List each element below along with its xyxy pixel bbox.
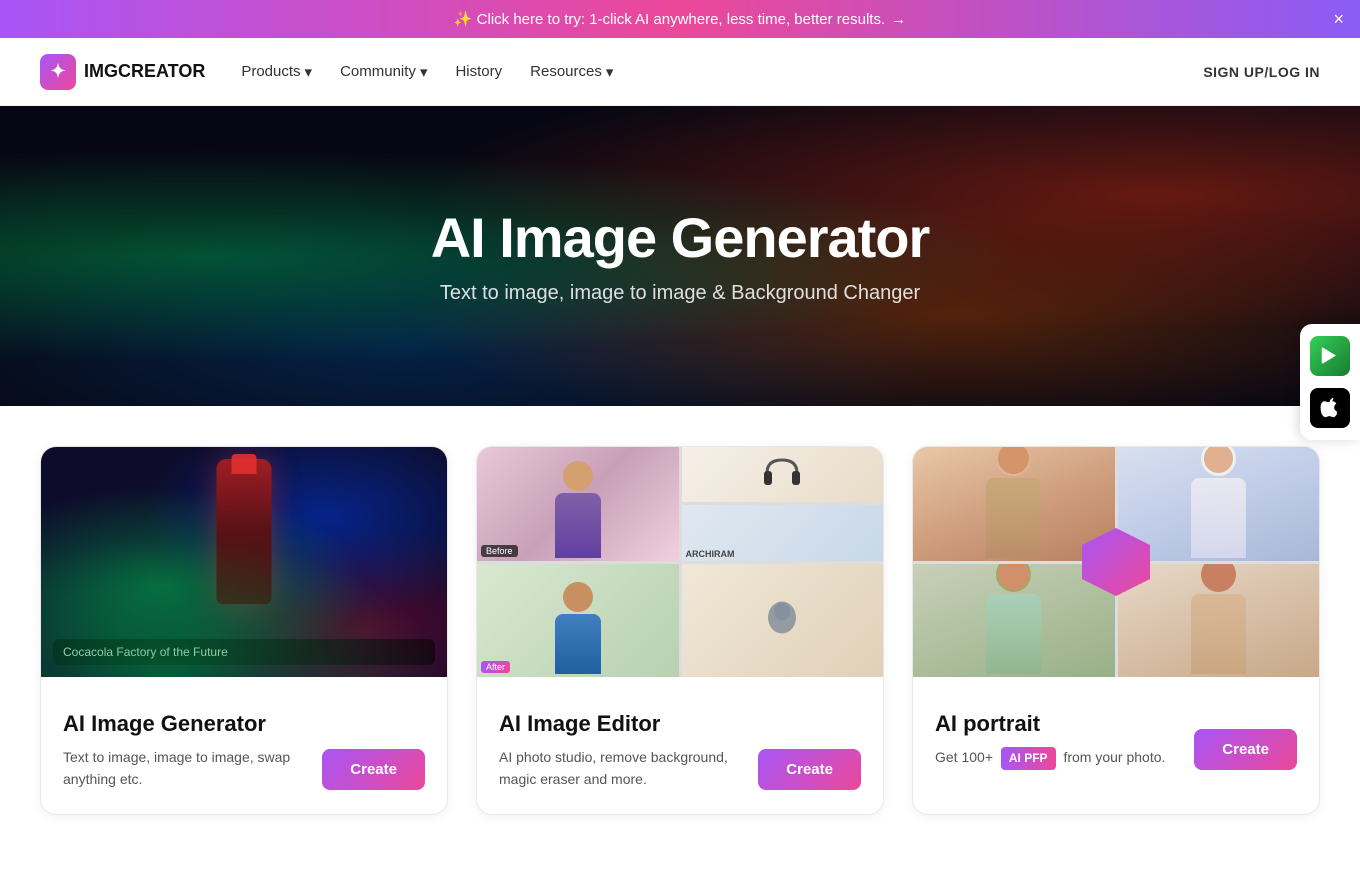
- card-footer-portrait: AI portrait Get 100+ AI PFP from your ph…: [935, 711, 1297, 770]
- ai-pfp-badge: AI PFP: [1001, 747, 1056, 770]
- hero-title: AI Image Generator: [431, 207, 930, 269]
- editor-cell-3: After: [477, 564, 679, 678]
- banner-close-button[interactable]: ×: [1333, 10, 1344, 28]
- nav-links: Products ▾ Community ▾ History Resources…: [241, 63, 613, 81]
- card-text-generator: AI Image Generator Text to image, image …: [63, 711, 322, 790]
- portrait-person-3: [984, 564, 1044, 678]
- card-title-portrait: AI portrait: [935, 711, 1165, 737]
- cards-section: Cocacola Factory of the Future AI Image …: [0, 406, 1360, 875]
- editor-subcell-1: [682, 447, 884, 502]
- google-play-badge[interactable]: [1310, 336, 1350, 376]
- logo[interactable]: ✦ IMGCREATOR: [40, 54, 205, 90]
- card-title-editor: AI Image Editor: [499, 711, 758, 737]
- portrait-cell-4: [1118, 564, 1320, 678]
- cards-grid: Cocacola Factory of the Future AI Image …: [40, 446, 1320, 815]
- portrait-person-4: [1188, 564, 1248, 678]
- card-image-generator-preview: Cocacola Factory of the Future: [41, 447, 447, 677]
- before-label: Before: [481, 545, 518, 557]
- card-ai-image-generator: Cocacola Factory of the Future AI Image …: [40, 446, 448, 815]
- play-store-icon: [1319, 345, 1341, 367]
- chevron-down-icon: ▾: [420, 63, 428, 81]
- portrait-cell-1: [913, 447, 1115, 561]
- banner-text[interactable]: ✨ Click here to try: 1-click AI anywhere…: [454, 10, 885, 28]
- person-1: [553, 461, 603, 561]
- apple-icon: [1320, 397, 1340, 419]
- create-button-editor[interactable]: Create: [758, 749, 861, 790]
- card-text-editor: AI Image Editor AI photo studio, remove …: [499, 711, 758, 790]
- editor-cell-2: ARCHIRAM: [682, 447, 884, 561]
- portrait-person-1: [984, 447, 1044, 561]
- card-desc-editor: AI photo studio, remove background, magi…: [499, 747, 758, 790]
- portrait-cell-3: [913, 564, 1115, 678]
- brand-label: ARCHIRAM: [686, 549, 735, 559]
- nav-link-resources[interactable]: Resources ▾: [530, 63, 613, 81]
- nav-link-history[interactable]: History: [455, 63, 502, 80]
- sign-up-button[interactable]: SIGN UP/LOG IN: [1203, 64, 1320, 80]
- chevron-down-icon: ▾: [305, 63, 313, 81]
- portrait-cell-2: [1118, 447, 1320, 561]
- nav-link-products[interactable]: Products ▾: [241, 63, 312, 81]
- editor-cell-4: [682, 564, 884, 678]
- glow-effect: [41, 539, 447, 677]
- card-ai-portrait: AI portrait Get 100+ AI PFP from your ph…: [912, 446, 1320, 815]
- after-label: After: [481, 661, 510, 673]
- product-icon: [762, 455, 802, 495]
- create-button-portrait[interactable]: Create: [1194, 729, 1297, 770]
- create-button-generator[interactable]: Create: [322, 749, 425, 790]
- hero-section: AI Image Generator Text to image, image …: [0, 106, 1360, 406]
- apple-store-badge[interactable]: [1310, 388, 1350, 428]
- nav-left: ✦ IMGCREATOR Products ▾ Community ▾ Hist…: [40, 54, 613, 90]
- person-2: [553, 582, 603, 677]
- logo-icon: ✦: [40, 54, 76, 90]
- card-image-portrait-preview: [913, 447, 1319, 677]
- editor-subcell-2: ARCHIRAM: [682, 505, 884, 560]
- hero-subtitle: Text to image, image to image & Backgrou…: [431, 282, 930, 305]
- card-desc-portrait: Get 100+ AI PFP from your photo.: [935, 747, 1165, 770]
- card-title-generator: AI Image Generator: [63, 711, 322, 737]
- portrait-person-2: [1188, 447, 1248, 561]
- card-image-editor-preview: Before A: [477, 447, 883, 677]
- bottle-cap: [232, 454, 257, 474]
- logo-text: IMGCREATOR: [84, 61, 205, 82]
- banner-arrow: →: [891, 11, 906, 28]
- card-body-editor: AI Image Editor AI photo studio, remove …: [477, 677, 883, 814]
- card-body-generator: AI Image Generator Text to image, image …: [41, 677, 447, 814]
- hero-content: AI Image Generator Text to image, image …: [431, 207, 930, 306]
- app-badges-panel: [1300, 324, 1360, 440]
- card-desc-generator: Text to image, image to image, swap anyt…: [63, 747, 322, 790]
- card-footer-generator: AI Image Generator Text to image, image …: [63, 711, 425, 790]
- nav-right: SIGN UP/LOG IN: [1203, 64, 1320, 80]
- promo-banner: ✨ Click here to try: 1-click AI anywhere…: [0, 0, 1360, 38]
- product-2-icon: [761, 598, 803, 643]
- chevron-down-icon: ▾: [606, 63, 614, 81]
- editor-cell-1: Before: [477, 447, 679, 561]
- card-body-portrait: AI portrait Get 100+ AI PFP from your ph…: [913, 677, 1319, 794]
- card-text-portrait: AI portrait Get 100+ AI PFP from your ph…: [935, 711, 1165, 770]
- card-ai-image-editor: Before A: [476, 446, 884, 815]
- nav-link-community[interactable]: Community ▾: [340, 63, 427, 81]
- card-footer-editor: AI Image Editor AI photo studio, remove …: [499, 711, 861, 790]
- navbar: ✦ IMGCREATOR Products ▾ Community ▾ Hist…: [0, 38, 1360, 106]
